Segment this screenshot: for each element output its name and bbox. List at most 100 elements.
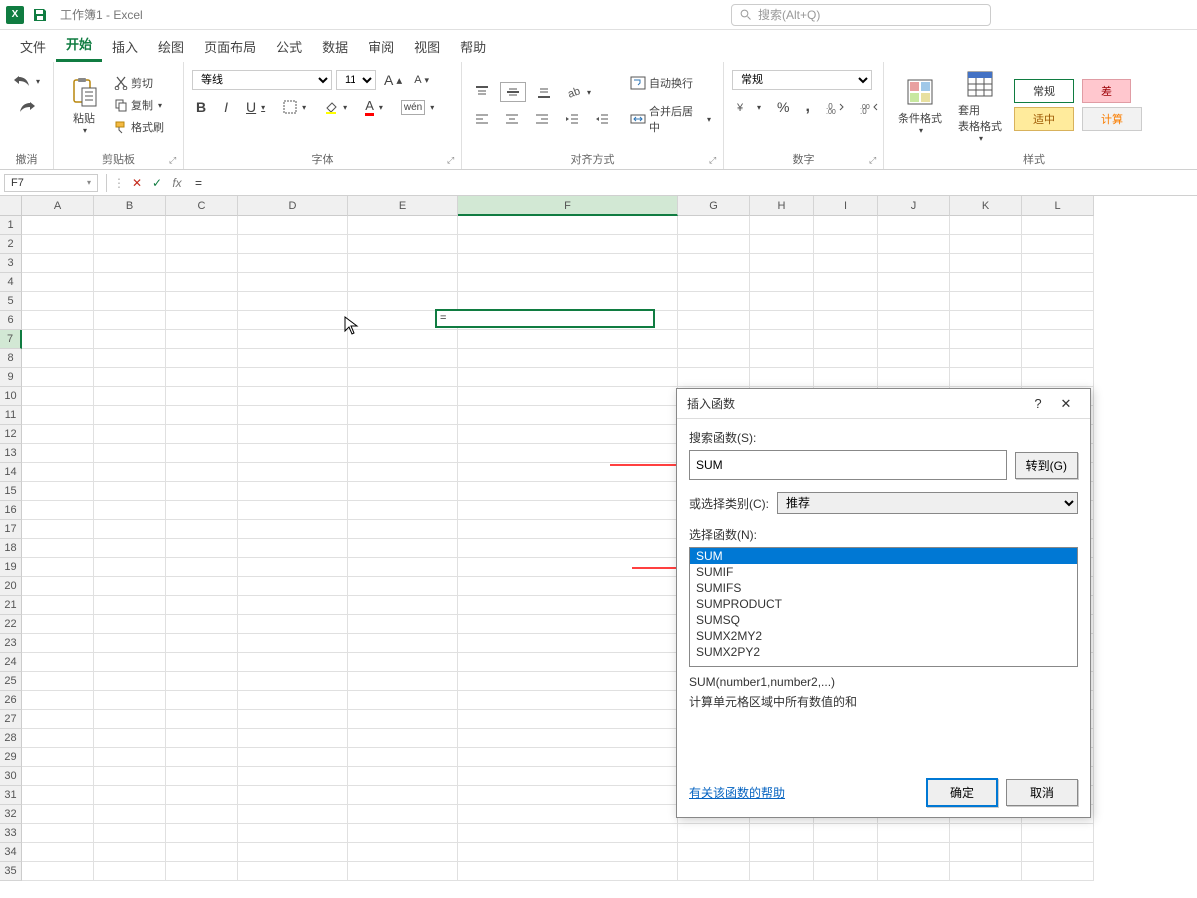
cell-J2[interactable] [878, 235, 950, 254]
row-header-22[interactable]: 22 [0, 615, 22, 634]
row-header-6[interactable]: 6 [0, 311, 22, 330]
copy-button[interactable]: 复制▾ [110, 95, 168, 115]
clipboard-dialog-launcher[interactable]: ⤢ [169, 155, 181, 167]
cell-D10[interactable] [238, 387, 348, 406]
cell-D18[interactable] [238, 539, 348, 558]
font-dialog-launcher[interactable]: ⤢ [447, 155, 459, 167]
cell-F19[interactable] [458, 558, 678, 577]
cell-K3[interactable] [950, 254, 1022, 273]
cell-B8[interactable] [94, 349, 166, 368]
cell-A1[interactable] [22, 216, 94, 235]
cell-B10[interactable] [94, 387, 166, 406]
accounting-format-button[interactable]: ¥▾ [732, 98, 765, 116]
cell-B29[interactable] [94, 748, 166, 767]
row-header-23[interactable]: 23 [0, 634, 22, 653]
cell-J3[interactable] [878, 254, 950, 273]
cell-B3[interactable] [94, 254, 166, 273]
row-header-19[interactable]: 19 [0, 558, 22, 577]
row-header-14[interactable]: 14 [0, 463, 22, 482]
row-header-18[interactable]: 18 [0, 539, 22, 558]
cell-L4[interactable] [1022, 273, 1094, 292]
cell-C2[interactable] [166, 235, 238, 254]
row-header-2[interactable]: 2 [0, 235, 22, 254]
cell-K8[interactable] [950, 349, 1022, 368]
cell-A27[interactable] [22, 710, 94, 729]
cell-B28[interactable] [94, 729, 166, 748]
cell-C16[interactable] [166, 501, 238, 520]
cell-L7[interactable] [1022, 330, 1094, 349]
cell-D21[interactable] [238, 596, 348, 615]
cell-J6[interactable] [878, 311, 950, 330]
function-item-sumx2my2[interactable]: SUMX2MY2 [690, 628, 1077, 644]
cell-E7[interactable] [348, 330, 458, 349]
cell-E1[interactable] [348, 216, 458, 235]
cell-F4[interactable] [458, 273, 678, 292]
cell-I4[interactable] [814, 273, 878, 292]
cell-F2[interactable] [458, 235, 678, 254]
align-middle-button[interactable] [500, 82, 526, 102]
cell-C35[interactable] [166, 862, 238, 881]
insert-function-button[interactable]: fx [167, 176, 187, 190]
cell-F32[interactable] [458, 805, 678, 824]
cell-C4[interactable] [166, 273, 238, 292]
col-header-J[interactable]: J [878, 196, 950, 216]
cell-A10[interactable] [22, 387, 94, 406]
cell-C30[interactable] [166, 767, 238, 786]
cell-H33[interactable] [750, 824, 814, 843]
row-header-35[interactable]: 35 [0, 862, 22, 881]
cell-D32[interactable] [238, 805, 348, 824]
cell-C31[interactable] [166, 786, 238, 805]
cell-D8[interactable] [238, 349, 348, 368]
tab-view[interactable]: 视图 [404, 31, 450, 62]
cell-C32[interactable] [166, 805, 238, 824]
cell-C24[interactable] [166, 653, 238, 672]
font-color-button[interactable]: A▾ [361, 96, 387, 118]
select-all-corner[interactable] [0, 196, 22, 216]
cell-C27[interactable] [166, 710, 238, 729]
cell-D26[interactable] [238, 691, 348, 710]
tab-file[interactable]: 文件 [10, 31, 56, 62]
row-header-21[interactable]: 21 [0, 596, 22, 615]
cell-A14[interactable] [22, 463, 94, 482]
cell-I7[interactable] [814, 330, 878, 349]
cell-A3[interactable] [22, 254, 94, 273]
cell-H34[interactable] [750, 843, 814, 862]
cell-I3[interactable] [814, 254, 878, 273]
cell-B14[interactable] [94, 463, 166, 482]
cell-E3[interactable] [348, 254, 458, 273]
italic-button[interactable]: I [220, 97, 232, 117]
cell-D17[interactable] [238, 520, 348, 539]
search-function-input[interactable] [689, 450, 1007, 480]
cell-E20[interactable] [348, 577, 458, 596]
cell-E4[interactable] [348, 273, 458, 292]
cell-A32[interactable] [22, 805, 94, 824]
cell-E21[interactable] [348, 596, 458, 615]
cell-E23[interactable] [348, 634, 458, 653]
cell-B31[interactable] [94, 786, 166, 805]
col-header-G[interactable]: G [678, 196, 750, 216]
row-header-25[interactable]: 25 [0, 672, 22, 691]
cell-B22[interactable] [94, 615, 166, 634]
col-header-L[interactable]: L [1022, 196, 1094, 216]
save-icon[interactable] [32, 7, 48, 23]
cell-A11[interactable] [22, 406, 94, 425]
cell-C17[interactable] [166, 520, 238, 539]
cell-F7[interactable] [458, 330, 678, 349]
format-as-table-button[interactable]: 套用 表格格式▾ [952, 64, 1008, 147]
cell-G34[interactable] [678, 843, 750, 862]
tab-help[interactable]: 帮助 [450, 31, 496, 62]
dialog-help-button[interactable]: ? [1024, 396, 1052, 411]
ok-button[interactable]: 确定 [926, 778, 998, 807]
cell-F8[interactable] [458, 349, 678, 368]
cell-A35[interactable] [22, 862, 94, 881]
cell-B34[interactable] [94, 843, 166, 862]
decrease-decimal-button[interactable]: .00.0 [856, 98, 882, 116]
cell-D2[interactable] [238, 235, 348, 254]
cell-A33[interactable] [22, 824, 94, 843]
cell-F10[interactable] [458, 387, 678, 406]
cell-G8[interactable] [678, 349, 750, 368]
align-left-button[interactable] [470, 110, 494, 128]
cell-L1[interactable] [1022, 216, 1094, 235]
cell-G6[interactable] [678, 311, 750, 330]
cell-A6[interactable] [22, 311, 94, 330]
